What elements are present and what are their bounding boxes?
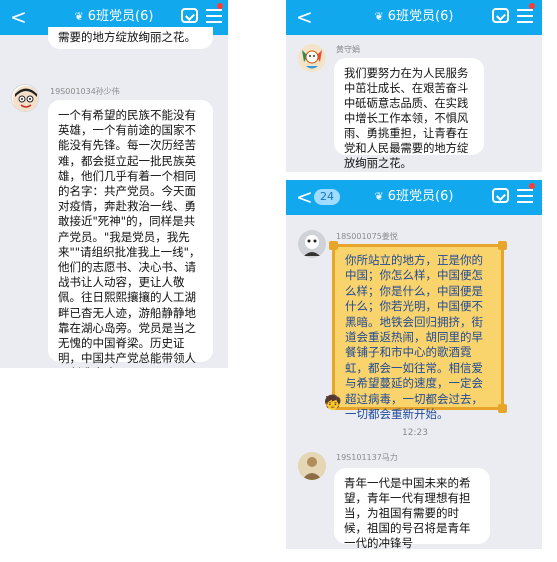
avatar[interactable] <box>11 84 39 112</box>
chat-screen-bottom-right: < 24 ❦ 6班党员(6) 18S001075姜悦 你所站立的地方，正是你的中国… <box>286 180 542 549</box>
message-bubble-fragment[interactable]: 需要的地方绽放绚丽之花。 <box>48 27 213 49</box>
menu-icon[interactable] <box>517 9 533 23</box>
group-check-icon[interactable] <box>181 8 198 23</box>
bubble-corner-ornament <box>498 241 507 250</box>
group-check-icon[interactable] <box>492 188 509 203</box>
notification-dot <box>217 3 223 9</box>
chat-header: < 24 ❦ 6班党员(6) <box>286 180 542 215</box>
timestamp: 12:23 <box>402 428 428 438</box>
chat-screen-top-right: < ❦ 6班党员(6) 黄守娟 我们要努力在为人民服务中茁壮成长、在艰苦奋斗中砥砺… <box>286 0 542 172</box>
message-bubble[interactable]: 我们要努力在为人民服务中茁壮成长、在艰苦奋斗中砥砺意志品质、在实践中增长工作本领… <box>334 58 484 170</box>
leaf-icon: ❦ <box>374 10 384 23</box>
bubble-corner-ornament <box>329 241 338 250</box>
cartoon-mascot-icon: 🧒 <box>324 395 342 411</box>
sender-name: 19S001034孙少伟 <box>50 87 120 96</box>
sender-name: 18S001075姜悦 <box>336 232 398 241</box>
message-bubble-golden[interactable]: 你所站立的地方，正是你的中国；你怎么样，中国便怎么样；你是什么，中国便是什么；你… <box>332 244 504 421</box>
sender-name: 19S101137马力 <box>336 453 398 462</box>
notification-dot <box>529 183 535 189</box>
chat-header: < ❦ 6班党员(6) <box>286 0 542 35</box>
chat-screen-left: < ❦ 6班党员(6) 需要的地方绽放绚丽之花。 19S001034孙少伟 一个有… <box>0 0 228 368</box>
sender-name: 黄守娟 <box>336 45 360 54</box>
avatar[interactable] <box>298 230 326 258</box>
leaf-icon: ❦ <box>74 10 84 23</box>
menu-icon[interactable] <box>517 189 533 203</box>
leaf-icon: ❦ <box>374 190 384 203</box>
notification-dot <box>529 3 535 9</box>
message-bubble[interactable]: 青年一代是中国未来的希望，青年一代有理想有担当，为祖国有需要的时候，祖国的号召将… <box>334 468 490 549</box>
avatar[interactable] <box>298 452 326 480</box>
menu-icon[interactable] <box>206 9 222 23</box>
bubble-corner-ornament <box>498 404 507 413</box>
group-check-icon[interactable] <box>492 8 509 23</box>
message-bubble[interactable]: 一个有希望的民族不能没有英雄，一个有前途的国家不能没有先锋。每一次历经苦难，都会… <box>48 100 213 368</box>
avatar[interactable] <box>298 44 326 72</box>
